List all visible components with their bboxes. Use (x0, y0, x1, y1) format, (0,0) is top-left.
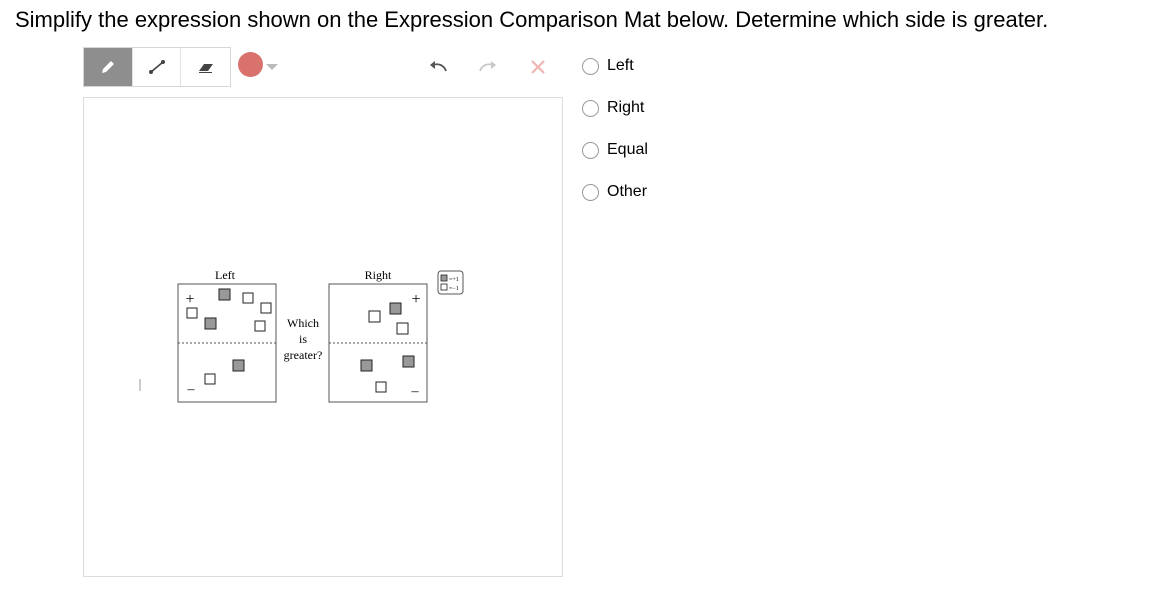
negative-tile (218, 288, 231, 301)
radio-button[interactable] (582, 99, 599, 117)
eraser-icon (198, 64, 213, 73)
choice-label: Left (607, 57, 634, 74)
negative-tile (360, 359, 373, 372)
is-text: is (299, 332, 307, 346)
redo-icon (479, 61, 496, 72)
radio-button[interactable] (582, 141, 599, 159)
drawing-toolbar (83, 47, 231, 87)
left-mat-label: Left (215, 268, 236, 282)
color-swatch (238, 52, 263, 77)
drawing-canvas[interactable]: Left + – Which is greater? Right + – =+1 (83, 97, 563, 577)
which-text: Which (287, 316, 319, 330)
negative-tile (389, 302, 402, 315)
right-minus-sign: – (411, 384, 420, 399)
negative-tile (402, 355, 415, 368)
answer-choices: Left Right Equal Other (582, 55, 648, 223)
line-icon (148, 60, 165, 74)
line-tool-button[interactable] (133, 48, 182, 86)
pencil-icon (101, 61, 114, 73)
negative-tile (204, 317, 217, 330)
key-positive-tile (440, 283, 448, 291)
undo-button[interactable] (426, 55, 450, 79)
positive-tile (375, 381, 387, 393)
positive-tile (396, 322, 409, 335)
undo-icon (430, 61, 447, 72)
right-mat-label: Right (365, 268, 392, 282)
question-text: Simplify the expression shown on the Exp… (15, 7, 1049, 32)
color-picker-button[interactable] (238, 52, 278, 77)
right-plus-sign: + (411, 291, 420, 308)
choice-right[interactable]: Right (582, 97, 648, 119)
positive-tile (368, 310, 381, 323)
pencil-tool-button[interactable] (84, 48, 133, 86)
greater-text: greater? (284, 348, 323, 362)
key-positive-text: =+1 (449, 277, 459, 283)
positive-tile (260, 302, 272, 314)
left-minus-sign: – (187, 382, 196, 397)
choice-label: Right (607, 99, 645, 116)
key-negative-tile (440, 274, 448, 282)
left-plus-sign: + (185, 291, 194, 308)
eraser-tool-button[interactable] (181, 48, 230, 86)
clear-button[interactable] (526, 55, 550, 79)
positive-tile (242, 292, 254, 304)
radio-button[interactable] (582, 183, 599, 201)
radio-button[interactable] (582, 57, 599, 75)
close-icon (531, 60, 545, 74)
choice-other[interactable]: Other (582, 181, 648, 203)
negative-tile (232, 359, 245, 372)
choice-equal[interactable]: Equal (582, 139, 648, 161)
choice-label: Equal (607, 141, 648, 158)
choice-label: Other (607, 183, 648, 200)
choice-left[interactable]: Left (582, 55, 648, 77)
positive-tile (254, 320, 266, 332)
expression-comparison-mat: Left + – Which is greater? Right + – =+1 (139, 268, 464, 403)
chevron-down-icon (266, 63, 278, 70)
key-negative-text: =−1 (449, 286, 459, 292)
positive-tile (204, 373, 216, 385)
redo-button[interactable] (476, 55, 500, 79)
positive-tile (186, 307, 198, 319)
